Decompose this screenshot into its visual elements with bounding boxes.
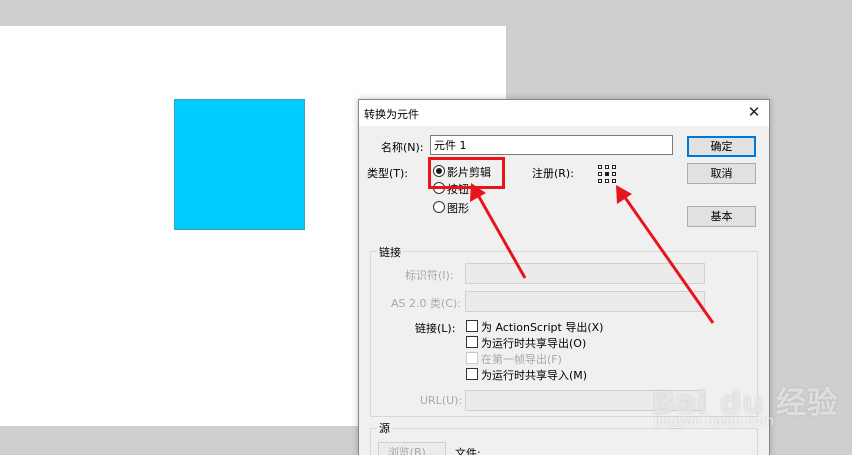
baidu-watermark-url: jingyan.baidu.com — [654, 414, 774, 429]
arrow-head-registration — [616, 185, 632, 204]
arrow-head-movieclip — [470, 183, 486, 202]
arrow-to-movieclip — [476, 194, 527, 279]
arrow-to-registration — [622, 195, 715, 324]
